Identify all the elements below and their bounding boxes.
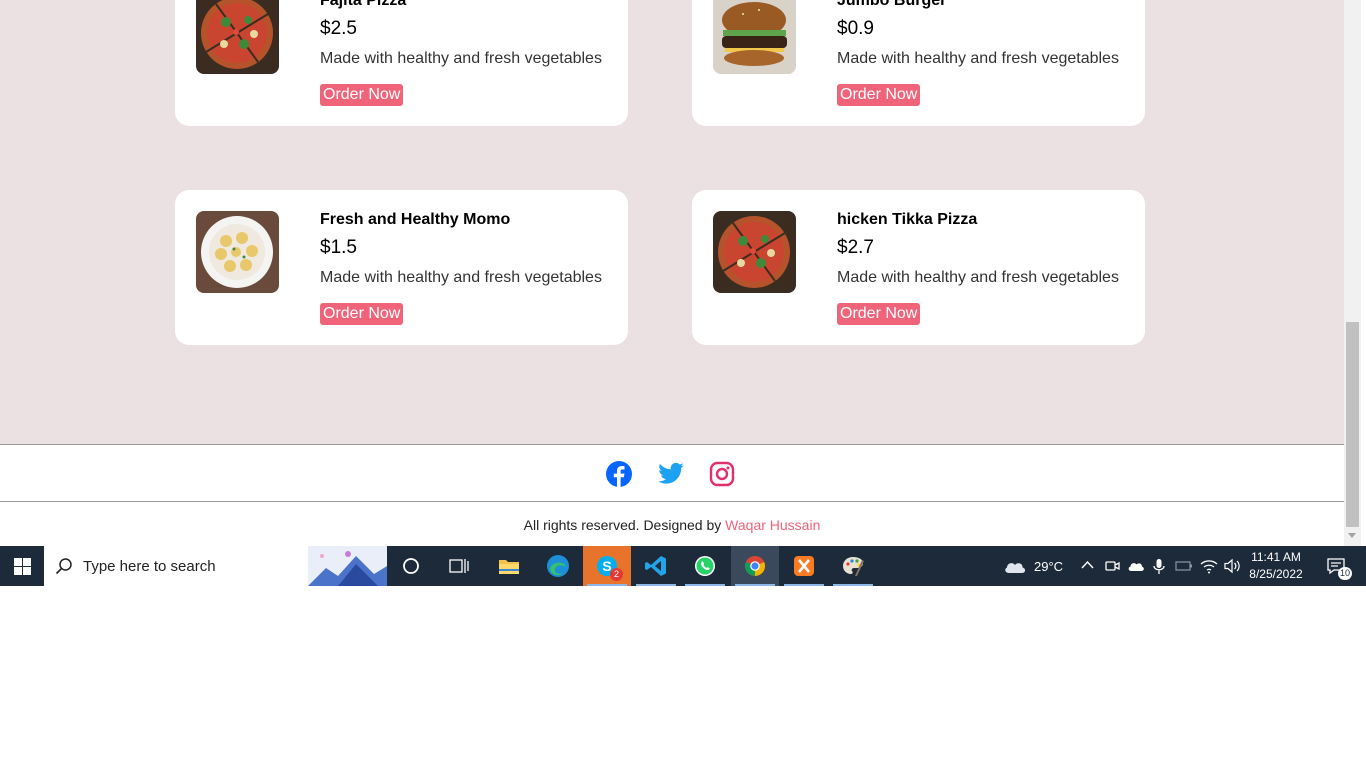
momo-image — [196, 211, 279, 293]
scroll-down-arrow-icon[interactable] — [1348, 533, 1356, 538]
scrollbar-thumb[interactable] — [1346, 322, 1359, 527]
search-highlight-art-icon — [308, 546, 387, 586]
item-price: $2.7 — [837, 237, 874, 258]
copyright-prefix: All rights reserved. Designed by — [523, 517, 722, 533]
volume-icon[interactable] — [1223, 558, 1241, 574]
menu-section: Fajita Pizza $2.5 Made with healthy and … — [0, 0, 1344, 444]
task-view-icon — [449, 559, 469, 573]
taskbar-edge[interactable] — [534, 546, 582, 586]
paint-palette-icon — [843, 557, 864, 576]
notification-center-button[interactable]: 10 — [1316, 546, 1356, 586]
author-link[interactable]: Waqar Hussain — [725, 517, 820, 533]
system-clock[interactable]: 11:41 AM 8/25/2022 — [1240, 549, 1312, 583]
whatsapp-icon — [695, 556, 715, 576]
search-placeholder: Type here to search — [83, 558, 216, 575]
onedrive-icon[interactable] — [1127, 559, 1145, 573]
copyright-text: All rights reserved. Designed by Waqar H… — [0, 517, 1344, 533]
item-name: Fresh and Healthy Momo — [320, 211, 511, 228]
item-description: Made with healthy and fresh vegetables — [837, 269, 1119, 286]
cloud-weather-icon — [1005, 563, 1026, 573]
windows-logo-icon — [13, 557, 31, 575]
task-view-button[interactable] — [435, 546, 483, 586]
divider — [0, 501, 1344, 502]
folder-icon — [499, 560, 519, 574]
battery-icon[interactable] — [1175, 560, 1193, 572]
vscode-icon — [645, 556, 666, 576]
item-price: $1.5 — [320, 237, 357, 258]
item-description: Made with healthy and fresh vegetables — [320, 50, 602, 67]
item-name: Fajita Pizza — [320, 0, 407, 9]
item-name: hicken Tikka Pizza — [837, 211, 978, 228]
taskbar-whatsapp[interactable] — [681, 546, 729, 586]
item-name: Jumbo Burger — [837, 0, 947, 9]
taskbar-search-box[interactable]: Type here to search — [44, 546, 387, 586]
order-now-button[interactable]: Order Now — [320, 303, 404, 325]
taskbar-file-explorer[interactable] — [485, 546, 533, 586]
twitter-icon[interactable] — [657, 460, 685, 488]
meet-now-icon[interactable] — [1104, 558, 1120, 574]
order-now-button[interactable]: Order Now — [837, 84, 921, 106]
browser-viewport: Fajita Pizza $2.5 Made with healthy and … — [0, 0, 1361, 546]
taskbar-skype[interactable]: S 2 — [583, 546, 631, 586]
menu-card-jumbo-burger: Jumbo Burger $0.9 Made with healthy and … — [692, 0, 1145, 126]
clock-time: 11:41 AM — [1251, 550, 1301, 564]
menu-card-momo: Fresh and Healthy Momo $1.5 Made with he… — [175, 190, 628, 345]
skype-badge: 2 — [610, 568, 623, 581]
instagram-icon[interactable] — [708, 460, 736, 488]
item-price: $2.5 — [320, 18, 357, 39]
taskbar-chrome[interactable] — [731, 546, 779, 586]
item-price: $0.9 — [837, 18, 874, 39]
xampp-icon — [794, 556, 814, 576]
chrome-icon — [744, 556, 766, 577]
cortana-button[interactable] — [387, 546, 435, 586]
windows-taskbar: Type here to search S 2 29°C 11:41 AM 8/… — [0, 546, 1366, 586]
burger-image — [713, 0, 796, 74]
weather-temperature[interactable]: 29°C — [1034, 559, 1063, 574]
edge-icon — [547, 555, 569, 577]
order-now-button[interactable]: Order Now — [837, 303, 921, 325]
order-now-button[interactable]: Order Now — [320, 84, 404, 106]
item-description: Made with healthy and fresh vegetables — [837, 50, 1119, 67]
wifi-icon[interactable] — [1200, 558, 1218, 574]
chevron-up-icon[interactable] — [1081, 560, 1094, 570]
cortana-icon — [403, 558, 419, 574]
pizza-image — [713, 211, 796, 293]
menu-card-chicken-tikka-pizza: hicken Tikka Pizza $2.7 Made with health… — [692, 190, 1145, 345]
start-button[interactable] — [0, 546, 44, 586]
microphone-icon[interactable] — [1152, 558, 1166, 575]
notification-count-badge: 10 — [1338, 567, 1353, 580]
pizza-image — [196, 0, 279, 74]
taskbar-paint[interactable] — [829, 546, 877, 586]
taskbar-xampp[interactable] — [780, 546, 828, 586]
menu-card-fajita-pizza: Fajita Pizza $2.5 Made with healthy and … — [175, 0, 628, 126]
search-icon — [55, 558, 72, 575]
item-description: Made with healthy and fresh vegetables — [320, 269, 602, 286]
clock-date: 8/25/2022 — [1249, 567, 1303, 581]
vertical-scrollbar[interactable] — [1344, 0, 1361, 546]
footer: All rights reserved. Designed by Waqar H… — [0, 444, 1344, 546]
taskbar-vscode[interactable] — [632, 546, 680, 586]
facebook-icon[interactable] — [605, 460, 633, 488]
divider — [0, 444, 1344, 445]
